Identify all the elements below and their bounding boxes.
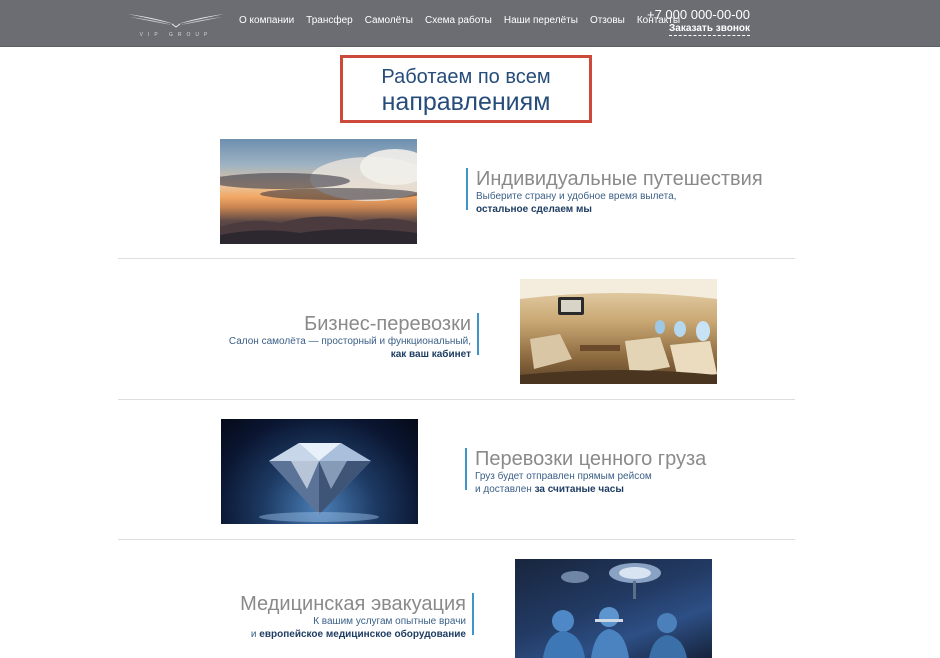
headline-line-2: направлениям [381,88,551,116]
sunset-scene [220,149,417,244]
vip-group-logo[interactable]: VIP GROUP [126,8,226,42]
nav-about[interactable]: О компании [239,15,294,26]
operating-room-image [515,559,712,658]
service-desc-line-1: Груз будет отправлен прямым рейсом [475,471,652,482]
service-title: Медицинская эвакуация [240,593,466,615]
wings-logo-icon [128,14,224,28]
sunset-clouds-image [220,139,417,244]
site-header: VIP GROUP О компании Трансфер Самолёты С… [0,0,940,47]
nav-transfer[interactable]: Трансфер [306,15,353,26]
accent-bar [472,593,474,635]
main-nav: О компании Трансфер Самолёты Схема работ… [239,15,692,26]
service-desc-line-1: Салон самолёта — просторный и функционал… [228,336,471,347]
service-desc-line-1: Выберите страну и удобное время вылета, [476,191,677,202]
nav-aircraft[interactable]: Самолёты [365,15,413,26]
service-desc-line-1: К вашим услугам опытные врачи [313,616,466,627]
accent-bar [465,448,467,490]
section-divider [118,539,795,540]
service-desc-line-2: как ваш кабинет [229,348,471,361]
phone-number[interactable]: +7 000 000-00-00 [647,7,750,22]
callback-link[interactable]: Заказать звонок [669,23,750,36]
service-desc-emphasis: остальное сделаем мы [476,204,592,215]
service-individual-text: Индивидуальные путешествия Выберите стра… [466,168,763,216]
diamond-image [221,419,418,524]
logo-text: VIP GROUP [139,32,213,38]
service-title: Индивидуальные путешествия [476,168,763,190]
accent-bar [477,313,479,355]
headline-box: Работаем по всем направлениям [340,55,592,123]
section-divider [118,399,795,400]
service-title: Перевозки ценного груза [475,448,707,470]
cabin-scene [520,279,717,384]
nav-our-flights[interactable]: Наши перелёты [504,15,578,26]
nav-reviews[interactable]: Отзовы [590,15,625,26]
service-desc-line-2: и европейское медицинское оборудование [250,629,466,640]
service-title: Бизнес-перевозки [304,313,471,335]
service-cargo-text: Перевозки ценного груза Груз будет отпра… [465,448,706,496]
service-desc-line-2: остальное сделаем мы [476,203,763,216]
accent-bar [466,168,468,210]
nav-workflow[interactable]: Схема работы [425,15,492,26]
service-medical-text: Медицинская эвакуация К вашим услугам оп… [240,593,474,641]
section-divider [118,258,795,259]
service-desc-line-2: и доставлен за считаные часы [475,484,624,495]
surgeons-scene [543,563,687,658]
service-desc-emphasis: как ваш кабинет [390,349,471,360]
jet-cabin-image [520,279,717,384]
diamond-scene [259,443,379,522]
service-desc-emphasis: европейское медицинское оборудование [259,629,466,640]
service-business-text: Бизнес-перевозки Салон самолёта — просто… [228,313,479,361]
service-desc-emphasis: за считаные часы [534,484,624,495]
headline-line-1: Работаем по всем [381,66,551,88]
